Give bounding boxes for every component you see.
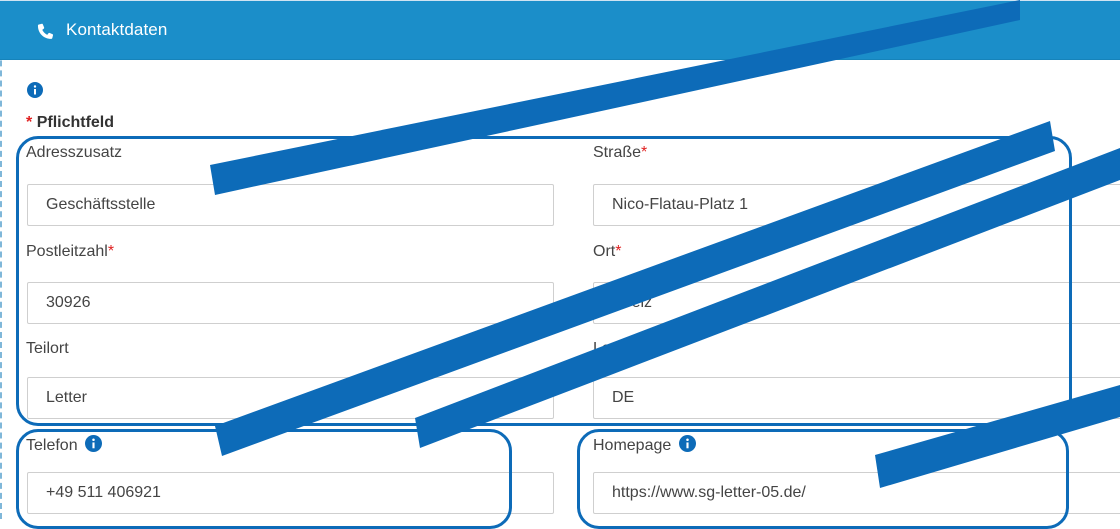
telefon-highlight — [16, 429, 512, 529]
info-icon[interactable] — [27, 82, 43, 98]
section-title: Kontaktdaten — [66, 20, 168, 39]
phone-icon — [37, 23, 54, 39]
required-field-note: * Pflichtfeld — [26, 114, 115, 131]
section-header[interactable]: Kontaktdaten — [0, 0, 1120, 60]
homepage-highlight — [577, 429, 1069, 529]
address-group-highlight — [16, 136, 1072, 426]
